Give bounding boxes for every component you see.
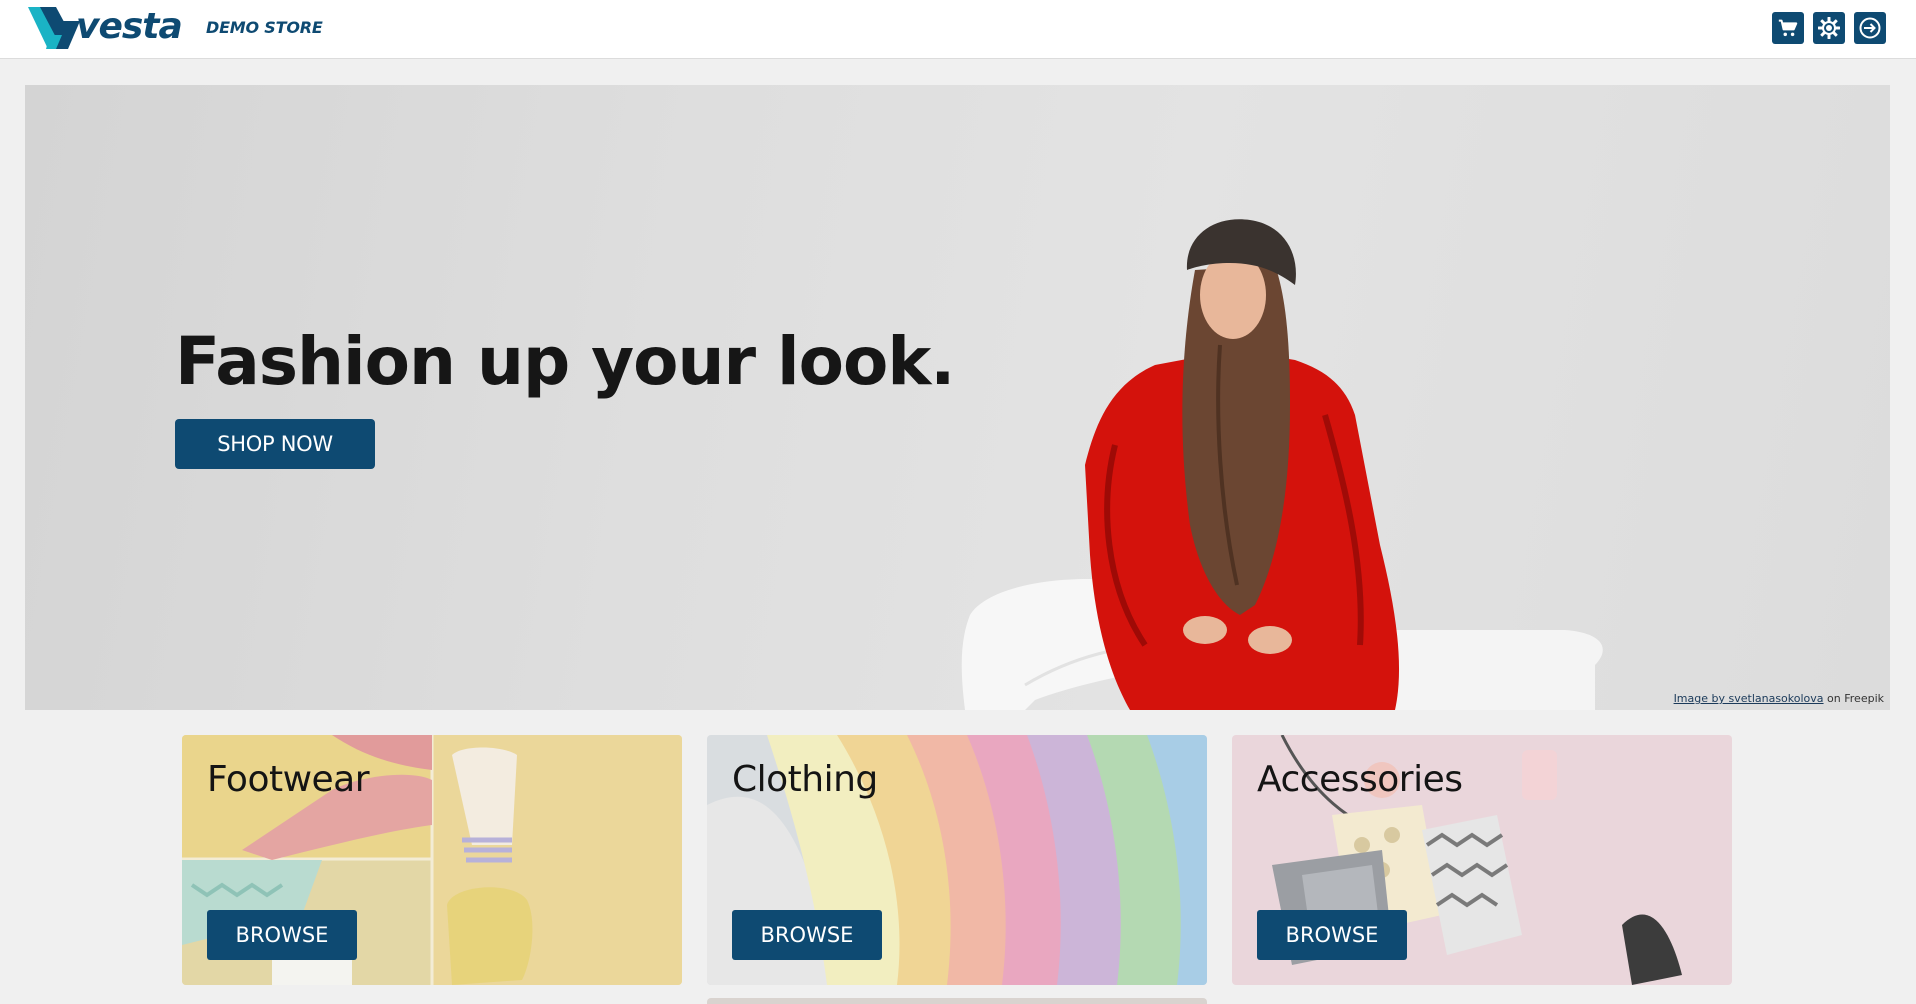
login-button[interactable] — [1854, 12, 1886, 44]
browse-button-clothing[interactable]: BROWSE — [732, 910, 882, 960]
browse-button-accessories[interactable]: BROWSE — [1257, 910, 1407, 960]
vesta-logo[interactable]: vesta — [26, 4, 183, 52]
shop-now-button[interactable]: SHOP NOW — [175, 419, 375, 469]
category-card-next-peek[interactable] — [707, 998, 1207, 1004]
category-title-accessories: Accessories — [1257, 759, 1463, 800]
category-title-footwear: Footwear — [207, 759, 370, 800]
hero-headline: Fashion up your look. — [175, 323, 955, 400]
image-credit: Image by svetlanasokolova on Freepik — [1674, 692, 1884, 705]
category-card-footwear[interactable]: Footwear BROWSE — [182, 735, 682, 985]
top-header: vesta DEMO STORE — [0, 0, 1916, 59]
header-actions — [1772, 12, 1886, 44]
category-card-clothing[interactable]: Clothing BROWSE — [707, 735, 1207, 985]
image-credit-link[interactable]: Image by svetlanasokolova — [1674, 692, 1824, 705]
cart-icon — [1778, 19, 1798, 37]
logo-wordmark: vesta — [76, 5, 183, 47]
image-credit-suffix: on Freepik — [1823, 692, 1884, 705]
vesta-logo-mark — [28, 7, 80, 49]
category-title-clothing: Clothing — [732, 759, 878, 800]
login-icon — [1859, 17, 1881, 39]
store-label: DEMO STORE — [206, 18, 323, 37]
gear-icon — [1818, 17, 1840, 39]
hero-banner: Fashion up your look. SHOP NOW Image by … — [25, 85, 1890, 710]
cart-button[interactable] — [1772, 12, 1804, 44]
category-card-accessories[interactable]: Accessories BROWSE — [1232, 735, 1732, 985]
settings-button[interactable] — [1813, 12, 1845, 44]
browse-button-footwear[interactable]: BROWSE — [207, 910, 357, 960]
